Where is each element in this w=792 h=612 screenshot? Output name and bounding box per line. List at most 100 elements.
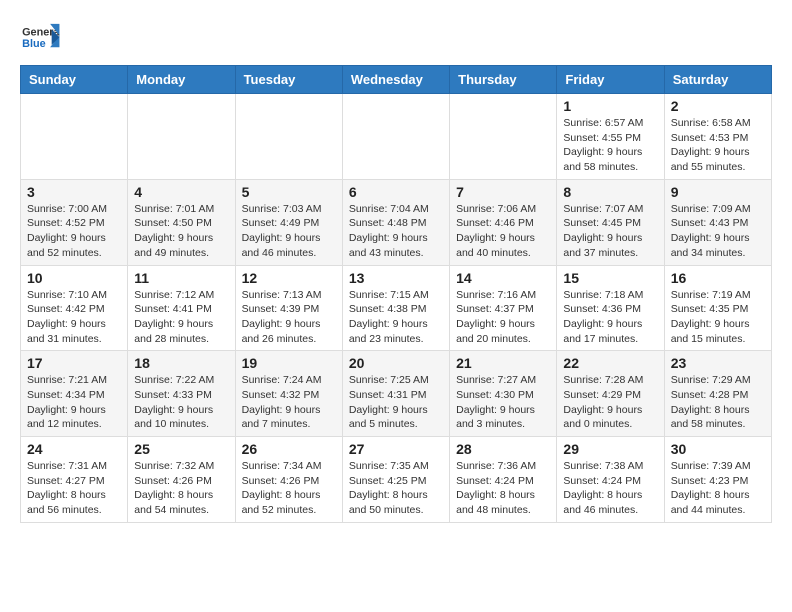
calendar-cell: 21 Sunrise: 7:27 AM Sunset: 4:30 PM Dayli…	[450, 351, 557, 437]
day-number: 28	[456, 441, 550, 457]
calendar-cell: 14 Sunrise: 7:16 AM Sunset: 4:37 PM Dayli…	[450, 265, 557, 351]
day-number: 30	[671, 441, 765, 457]
calendar-cell: 22 Sunrise: 7:28 AM Sunset: 4:29 PM Dayli…	[557, 351, 664, 437]
day-number: 1	[563, 98, 657, 114]
day-info: Sunrise: 7:29 AM Sunset: 4:28 PM Dayligh…	[671, 373, 765, 432]
calendar-cell: 12Sunrise: 7:13 AM Sunset: 4:39 PM Dayli…	[235, 265, 342, 351]
weekday-header-saturday: Saturday	[664, 66, 771, 94]
day-number: 14	[456, 270, 550, 286]
weekday-header-thursday: Thursday	[450, 66, 557, 94]
logo-icon: General Blue	[20, 20, 60, 55]
day-number: 15	[563, 270, 657, 286]
calendar-cell: 15Sunrise: 7:18 AM Sunset: 4:36 PM Dayli…	[557, 265, 664, 351]
week-row-1: 1 Sunrise: 6:57 AM Sunset: 4:55 PM Daylig…	[21, 94, 772, 180]
calendar-cell: 24 Sunrise: 7:31 AM Sunset: 4:27 PM Dayli…	[21, 437, 128, 523]
day-number: 27	[349, 441, 443, 457]
calendar-cell	[235, 94, 342, 180]
weekday-header-row: SundayMondayTuesdayWednesdayThursdayFrid…	[21, 66, 772, 94]
day-info: Sunrise: 7:01 AM Sunset: 4:50 PM Dayligh…	[134, 202, 228, 261]
day-info: Sunrise: 7:09 AM Sunset: 4:43 PM Dayligh…	[671, 202, 765, 261]
day-number: 10	[27, 270, 121, 286]
calendar-cell: 19 Sunrise: 7:24 AM Sunset: 4:32 PM Dayli…	[235, 351, 342, 437]
day-info: Sunrise: 7:34 AM Sunset: 4:26 PM Dayligh…	[242, 459, 336, 518]
calendar-cell: 13Sunrise: 7:15 AM Sunset: 4:38 PM Dayli…	[342, 265, 449, 351]
day-number: 21	[456, 355, 550, 371]
calendar-cell: 17 Sunrise: 7:21 AM Sunset: 4:34 PM Dayli…	[21, 351, 128, 437]
calendar-cell: 29 Sunrise: 7:38 AM Sunset: 4:24 PM Dayli…	[557, 437, 664, 523]
day-number: 8	[563, 184, 657, 200]
calendar-cell: 6 Sunrise: 7:04 AM Sunset: 4:48 PM Daylig…	[342, 179, 449, 265]
day-number: 12	[242, 270, 336, 286]
day-number: 24	[27, 441, 121, 457]
calendar-cell: 7Sunrise: 7:06 AM Sunset: 4:46 PM Daylig…	[450, 179, 557, 265]
calendar-cell: 1 Sunrise: 6:57 AM Sunset: 4:55 PM Daylig…	[557, 94, 664, 180]
calendar-cell: 27 Sunrise: 7:35 AM Sunset: 4:25 PM Dayli…	[342, 437, 449, 523]
calendar-cell: 28 Sunrise: 7:36 AM Sunset: 4:24 PM Dayli…	[450, 437, 557, 523]
calendar-cell: 18 Sunrise: 7:22 AM Sunset: 4:33 PM Dayli…	[128, 351, 235, 437]
calendar-table: SundayMondayTuesdayWednesdayThursdayFrid…	[20, 65, 772, 523]
calendar-cell: 23Sunrise: 7:29 AM Sunset: 4:28 PM Dayli…	[664, 351, 771, 437]
day-info: Sunrise: 7:24 AM Sunset: 4:32 PM Dayligh…	[242, 373, 336, 432]
day-number: 11	[134, 270, 228, 286]
day-info: Sunrise: 7:04 AM Sunset: 4:48 PM Dayligh…	[349, 202, 443, 261]
day-info: Sunrise: 7:36 AM Sunset: 4:24 PM Dayligh…	[456, 459, 550, 518]
day-number: 29	[563, 441, 657, 457]
day-info: Sunrise: 7:38 AM Sunset: 4:24 PM Dayligh…	[563, 459, 657, 518]
day-number: 17	[27, 355, 121, 371]
week-row-4: 17 Sunrise: 7:21 AM Sunset: 4:34 PM Dayli…	[21, 351, 772, 437]
day-info: Sunrise: 7:35 AM Sunset: 4:25 PM Dayligh…	[349, 459, 443, 518]
day-info: Sunrise: 7:12 AM Sunset: 4:41 PM Dayligh…	[134, 288, 228, 347]
calendar-cell: 10 Sunrise: 7:10 AM Sunset: 4:42 PM Dayli…	[21, 265, 128, 351]
day-info: Sunrise: 7:15 AM Sunset: 4:38 PM Dayligh…	[349, 288, 443, 347]
calendar-cell: 30 Sunrise: 7:39 AM Sunset: 4:23 PM Dayli…	[664, 437, 771, 523]
day-info: Sunrise: 7:22 AM Sunset: 4:33 PM Dayligh…	[134, 373, 228, 432]
week-row-5: 24 Sunrise: 7:31 AM Sunset: 4:27 PM Dayli…	[21, 437, 772, 523]
day-info: Sunrise: 7:07 AM Sunset: 4:45 PM Dayligh…	[563, 202, 657, 261]
weekday-header-monday: Monday	[128, 66, 235, 94]
day-number: 20	[349, 355, 443, 371]
day-number: 9	[671, 184, 765, 200]
weekday-header-wednesday: Wednesday	[342, 66, 449, 94]
weekday-header-friday: Friday	[557, 66, 664, 94]
day-info: Sunrise: 7:00 AM Sunset: 4:52 PM Dayligh…	[27, 202, 121, 261]
calendar-cell: 16 Sunrise: 7:19 AM Sunset: 4:35 PM Dayli…	[664, 265, 771, 351]
calendar-cell	[128, 94, 235, 180]
day-info: Sunrise: 7:27 AM Sunset: 4:30 PM Dayligh…	[456, 373, 550, 432]
calendar-cell: 8 Sunrise: 7:07 AM Sunset: 4:45 PM Daylig…	[557, 179, 664, 265]
weekday-header-sunday: Sunday	[21, 66, 128, 94]
day-number: 26	[242, 441, 336, 457]
week-row-2: 3 Sunrise: 7:00 AM Sunset: 4:52 PM Daylig…	[21, 179, 772, 265]
day-info: Sunrise: 7:10 AM Sunset: 4:42 PM Dayligh…	[27, 288, 121, 347]
day-number: 3	[27, 184, 121, 200]
calendar-cell: 5Sunrise: 7:03 AM Sunset: 4:49 PM Daylig…	[235, 179, 342, 265]
day-info: Sunrise: 6:57 AM Sunset: 4:55 PM Dayligh…	[563, 116, 657, 175]
day-info: Sunrise: 7:03 AM Sunset: 4:49 PM Dayligh…	[242, 202, 336, 261]
calendar-cell: 11 Sunrise: 7:12 AM Sunset: 4:41 PM Dayli…	[128, 265, 235, 351]
week-row-3: 10 Sunrise: 7:10 AM Sunset: 4:42 PM Dayli…	[21, 265, 772, 351]
calendar-cell: 3 Sunrise: 7:00 AM Sunset: 4:52 PM Daylig…	[21, 179, 128, 265]
day-info: Sunrise: 6:58 AM Sunset: 4:53 PM Dayligh…	[671, 116, 765, 175]
day-info: Sunrise: 7:39 AM Sunset: 4:23 PM Dayligh…	[671, 459, 765, 518]
day-number: 16	[671, 270, 765, 286]
day-info: Sunrise: 7:32 AM Sunset: 4:26 PM Dayligh…	[134, 459, 228, 518]
day-number: 18	[134, 355, 228, 371]
calendar-cell: 4 Sunrise: 7:01 AM Sunset: 4:50 PM Daylig…	[128, 179, 235, 265]
calendar-cell: 26 Sunrise: 7:34 AM Sunset: 4:26 PM Dayli…	[235, 437, 342, 523]
calendar-cell: 25 Sunrise: 7:32 AM Sunset: 4:26 PM Dayli…	[128, 437, 235, 523]
day-info: Sunrise: 7:19 AM Sunset: 4:35 PM Dayligh…	[671, 288, 765, 347]
day-info: Sunrise: 7:16 AM Sunset: 4:37 PM Dayligh…	[456, 288, 550, 347]
day-info: Sunrise: 7:28 AM Sunset: 4:29 PM Dayligh…	[563, 373, 657, 432]
calendar-cell: 9 Sunrise: 7:09 AM Sunset: 4:43 PM Daylig…	[664, 179, 771, 265]
day-number: 4	[134, 184, 228, 200]
day-number: 25	[134, 441, 228, 457]
day-number: 22	[563, 355, 657, 371]
day-info: Sunrise: 7:25 AM Sunset: 4:31 PM Dayligh…	[349, 373, 443, 432]
calendar-cell	[342, 94, 449, 180]
day-info: Sunrise: 7:31 AM Sunset: 4:27 PM Dayligh…	[27, 459, 121, 518]
weekday-header-tuesday: Tuesday	[235, 66, 342, 94]
calendar-cell	[450, 94, 557, 180]
day-info: Sunrise: 7:21 AM Sunset: 4:34 PM Dayligh…	[27, 373, 121, 432]
day-number: 19	[242, 355, 336, 371]
page-header: General Blue	[20, 20, 772, 55]
day-number: 6	[349, 184, 443, 200]
